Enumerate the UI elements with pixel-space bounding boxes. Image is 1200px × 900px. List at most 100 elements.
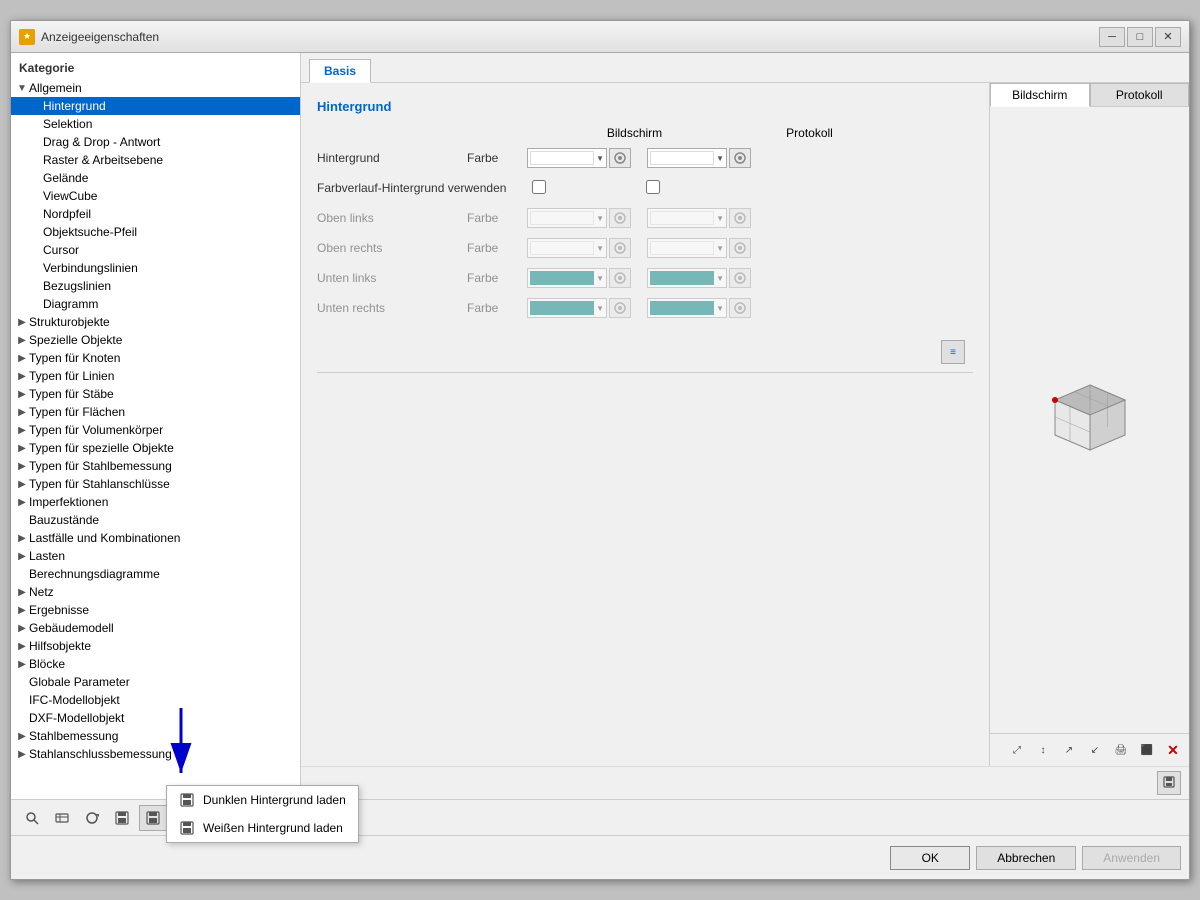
menu-item-label: Dunklen Hintergrund laden [203,793,346,807]
tab-basis[interactable]: Basis [309,59,371,83]
tree-item-stahlbemessung[interactable]: ▶ Stahlbemessung [11,727,300,745]
toolbar-save-btn[interactable] [109,805,135,831]
tree-item-lastfaelle[interactable]: ▶ Lastfälle und Kombinationen [11,529,300,547]
category-panel: Kategorie ▼ Allgemein Hintergrund Selekt… [11,53,301,799]
tree-item-bloecke[interactable]: ▶ Blöcke [11,655,300,673]
tree-item-bauzustaende[interactable]: Bauzustände [11,511,300,529]
settings-main: Hintergrund Bildschirm Protokoll Hinterg… [301,83,989,766]
tree-item-gebaeudemodell[interactable]: ▶ Gebäudemodell [11,619,300,637]
tree-item-lasten[interactable]: ▶ Lasten [11,547,300,565]
tree-item-label: Berechnungsdiagramme [29,567,292,581]
tree-item-berechnungsdiagramme[interactable]: Berechnungsdiagramme [11,565,300,583]
tree-item-label: Spezielle Objekte [29,333,292,347]
prop-row-farbverlauf: Farbverlauf-Hintergrund verwenden [317,176,973,200]
menu-item-dark-bg[interactable]: Dunklen Hintergrund laden [167,786,358,814]
close-button[interactable]: ✕ [1155,27,1181,47]
tree-item-globale[interactable]: Globale Parameter [11,673,300,691]
color-group-protokoll-hintergrund: ▼ [647,148,751,168]
icon-btn-2[interactable]: ↕ [1031,738,1055,762]
tree-item-dxf[interactable]: DXF-Modellobjekt [11,709,300,727]
checkbox-farbverlauf-protokoll[interactable] [646,180,660,194]
tree-item-cursor[interactable]: Cursor [11,241,300,259]
color-swatch [650,241,714,255]
col-header-protokoll: Protokoll [722,126,897,140]
color-picker-btn-protokoll[interactable] [729,148,751,168]
tree-item-label: DXF-Modellobjekt [29,711,292,725]
color-dropdown: ▼ [527,298,607,318]
menu-item-icon [179,820,195,836]
tree-item-nordpfeil[interactable]: Nordpfeil [11,205,300,223]
tree-item-diagramm[interactable]: Diagramm [11,295,300,313]
tree-item-stahlanschluss[interactable]: ▶ Stahlanschlussbemessung [11,745,300,763]
tree-item-typen-knoten[interactable]: ▶ Typen für Knoten [11,349,300,367]
preview-tab-bildschirm[interactable]: Bildschirm [990,83,1090,107]
color-dropdown: ▼ [527,238,607,258]
toolbar-refresh-btn[interactable] [79,805,105,831]
divider [317,372,973,373]
prop-label-farbverlauf: Farbverlauf-Hintergrund verwenden [317,181,532,195]
tree-item-label: Bezugslinien [43,279,292,293]
prop-sublabel: Farbe [467,211,527,225]
tree-item-typen-flaechen[interactable]: ▶ Typen für Flächen [11,403,300,421]
tree-item-ifc[interactable]: IFC-Modellobjekt [11,691,300,709]
color-swatch [530,211,594,225]
tree-item-strukturobjekte[interactable]: ▶ Strukturobjekte [11,313,300,331]
color-swatch [650,211,714,225]
color-group-protokoll: ▼ [647,298,751,318]
ok-button[interactable]: OK [890,846,970,870]
icon-btn-3[interactable]: ↗ [1057,738,1081,762]
maximize-button[interactable]: □ [1127,27,1153,47]
tree-item-objektsuche[interactable]: Objektsuche-Pfeil [11,223,300,241]
titlebar-buttons: ─ □ ✕ [1099,27,1181,47]
tree-item-spezielle[interactable]: ▶ Spezielle Objekte [11,331,300,349]
minimize-button[interactable]: ─ [1099,27,1125,47]
tree-item-selektion[interactable]: Selektion [11,115,300,133]
tree-item-typen-stahlanschluss[interactable]: ▶ Typen für Stahlanschlüsse [11,475,300,493]
tree-item-label: Netz [29,585,292,599]
tree-item-netz[interactable]: ▶ Netz [11,583,300,601]
icon-btn-6[interactable]: ⬛ [1135,738,1159,762]
icon-btn-1[interactable]: ⤢ [1005,738,1029,762]
info-button[interactable]: ≡ [941,340,965,364]
tree-item-label: Drag & Drop - Antwort [43,135,292,149]
tree-item-typen-staebe[interactable]: ▶ Typen für Stäbe [11,385,300,403]
tree-item-label: Typen für spezielle Objekte [29,441,292,455]
tree-item-raster[interactable]: Raster & Arbeitsebene [11,151,300,169]
color-dropdown: ▼ [647,268,727,288]
save-profile-btn[interactable] [1157,771,1181,795]
tree-item-ergebnisse[interactable]: ▶ Ergebnisse [11,601,300,619]
icon-btn-close[interactable]: ✕ [1161,738,1185,762]
expand-icon: ▶ [15,479,29,490]
color-dropdown-bildschirm[interactable]: ▼ [527,148,607,168]
checkbox-container-bildschirm [532,180,546,197]
tree-item-verbindungslinien[interactable]: Verbindungslinien [11,259,300,277]
toolbar-table-btn[interactable] [49,805,75,831]
apply-button[interactable]: Anwenden [1082,846,1181,870]
checkbox-farbverlauf-bildschirm[interactable] [532,180,546,194]
tree-item-bezugslinien[interactable]: Bezugslinien [11,277,300,295]
tree-item-label: Blöcke [29,657,292,671]
tree-item-hintergrund[interactable]: Hintergrund [11,97,300,115]
tree-item-typen-spezielle[interactable]: ▶ Typen für spezielle Objekte [11,439,300,457]
tree-item-drag[interactable]: Drag & Drop - Antwort [11,133,300,151]
toolbar-search-btn[interactable] [19,805,45,831]
tree-item-hilfsobjekte[interactable]: ▶ Hilfsobjekte [11,637,300,655]
tree-item-typen-stahlbemessung[interactable]: ▶ Typen für Stahlbemessung [11,457,300,475]
tree-item-imperfektionen[interactable]: ▶ Imperfektionen [11,493,300,511]
icon-btn-5[interactable]: 🖨 [1109,738,1133,762]
icon-btn-4[interactable]: ↙ [1083,738,1107,762]
category-header: Kategorie [11,57,300,79]
tree-item-typen-linien[interactable]: ▶ Typen für Linien [11,367,300,385]
load-profile-btn-main[interactable] [139,805,166,831]
tree-item-gelaende[interactable]: Gelände [11,169,300,187]
preview-tab-protokoll[interactable]: Protokoll [1090,83,1190,106]
tree-item-typen-volumen[interactable]: ▶ Typen für Volumenkörper [11,421,300,439]
color-swatch [530,241,594,255]
cancel-button[interactable]: Abbrechen [976,846,1076,870]
menu-item-white-bg[interactable]: Weißen Hintergrund laden [167,814,358,842]
tree-item-allgemein[interactable]: ▼ Allgemein [11,79,300,97]
color-group-bildschirm: ▼ [527,298,631,318]
color-dropdown-protokoll[interactable]: ▼ [647,148,727,168]
color-picker-btn-bildschirm[interactable] [609,148,631,168]
tree-item-viewcube[interactable]: ViewCube [11,187,300,205]
